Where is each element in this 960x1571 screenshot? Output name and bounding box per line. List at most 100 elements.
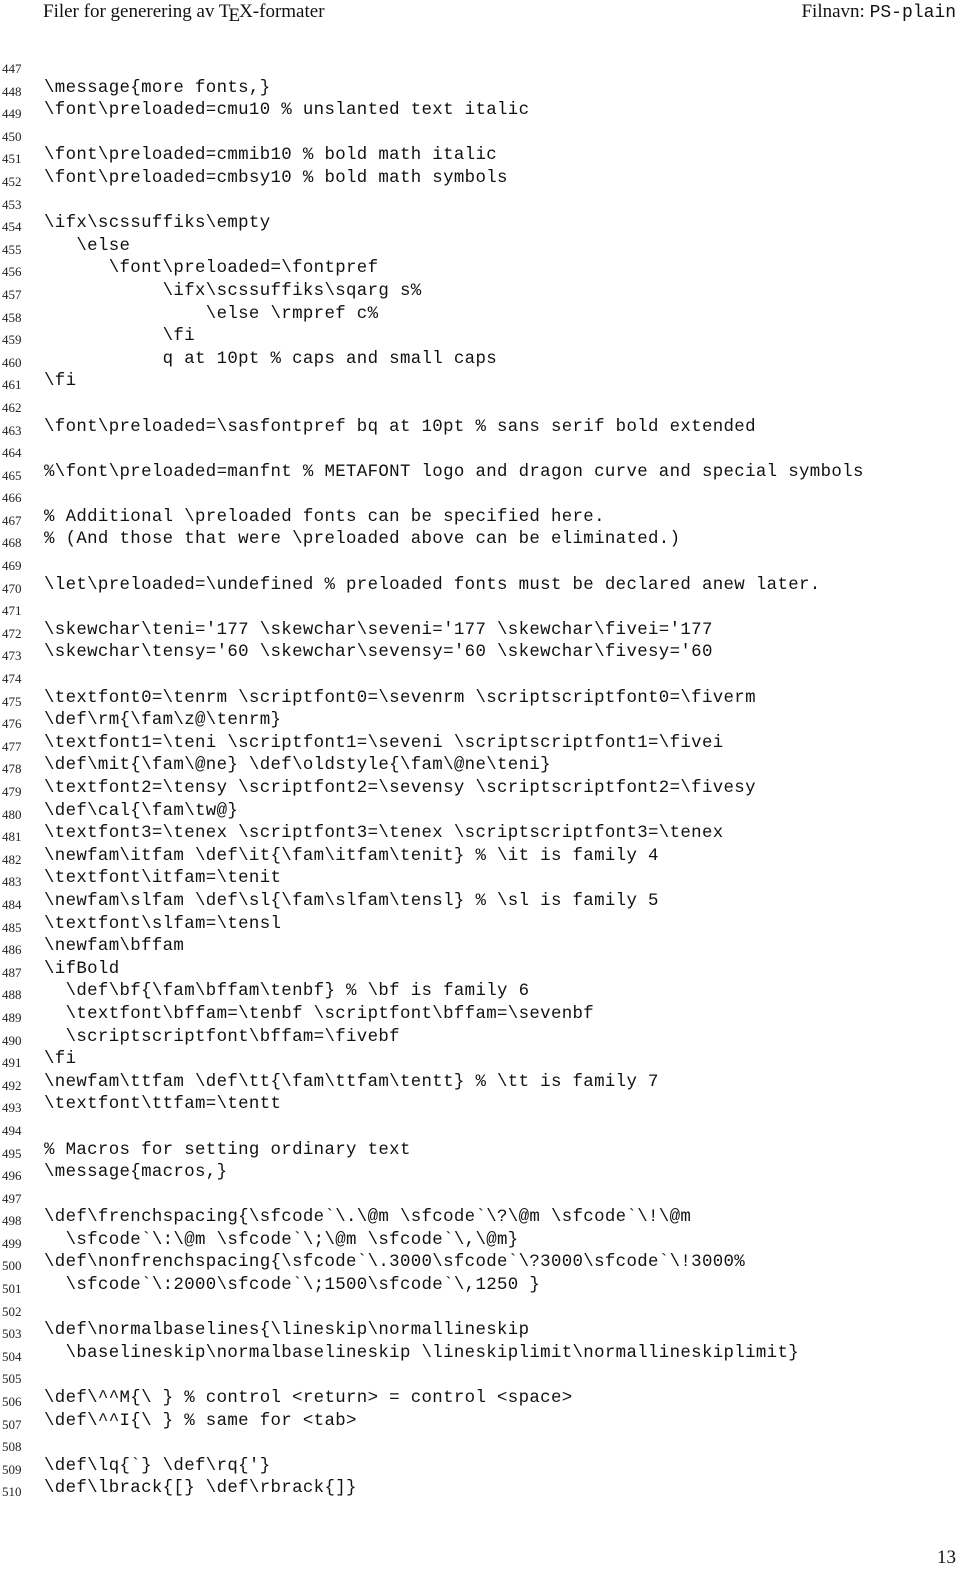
code-text: \def\rm{\fam\z@\tenrm} — [44, 711, 282, 731]
code-line: 488 \def\bf{\fam\bffam\tenbf} % \bf is f… — [0, 981, 960, 1004]
code-text: \ifx\scssuffiks\empty — [44, 214, 271, 234]
document-title: Filer for generering av TEX-formater — [43, 1, 325, 26]
code-text: \ifBold — [44, 959, 120, 979]
code-text: % Macros for setting ordinary text — [44, 1140, 411, 1160]
code-line: 474 — [0, 665, 960, 688]
code-text: \skewchar\teni='177 \skewchar\seveni='17… — [44, 620, 713, 640]
code-line: 461 \fi — [0, 371, 960, 394]
code-line: 471 — [0, 597, 960, 620]
code-text: \def\cal{\fam\tw@} — [44, 801, 239, 821]
page-number: 13 — [937, 1547, 956, 1568]
filename-caption: Filnavn: — [801, 1, 870, 22]
code-line: 501 \sfcode`\:2000\sfcode`\;1500\sfcode`… — [0, 1275, 960, 1298]
code-text: % Additional \preloaded fonts can be spe… — [44, 507, 605, 527]
code-text: \textfont\itfam=\tenit — [44, 869, 282, 889]
code-line: 448 \message{more fonts,} — [0, 78, 960, 101]
code-line: 499 \sfcode`\:\@m \sfcode`\;\@m \sfcode`… — [0, 1230, 960, 1253]
code-line: 509 \def\lq{`} \def\rq{'} — [0, 1456, 960, 1479]
code-line: 466 — [0, 484, 960, 507]
tex-logo-lowered-e: E — [228, 5, 241, 26]
code-line: 484 \newfam\slfam \def\sl{\fam\slfam\tens… — [0, 891, 960, 914]
code-text: \baselineskip\normalbaselineskip \linesk… — [44, 1343, 800, 1363]
code-text: \textfont\slfam=\tensl — [44, 914, 282, 934]
code-line: 498 \def\frenchspacing{\sfcode`\.\@m \sfc… — [0, 1207, 960, 1230]
code-text: \sfcode`\:\@m \sfcode`\;\@m \sfcode`\,\@… — [44, 1230, 519, 1250]
code-text: \def\frenchspacing{\sfcode`\.\@m \sfcode… — [44, 1208, 692, 1228]
code-line: 447 — [0, 55, 960, 78]
code-text: \def\lbrack{[} \def\rbrack{]} — [44, 1479, 357, 1499]
code-text: \newfam\bffam — [44, 937, 185, 957]
code-line: 453 — [0, 191, 960, 214]
code-text: \fi — [44, 1050, 77, 1070]
code-line: 456 \font\preloaded=\fontpref — [0, 258, 960, 281]
code-text: \newfam\ttfam \def\tt{\fam\ttfam\tentt} … — [44, 1072, 659, 1092]
code-text: \let\preloaded=\undefined % preloaded fo… — [44, 575, 821, 595]
code-line: 483 \textfont\itfam=\tenit — [0, 868, 960, 891]
code-text: \font\preloaded=cmu10 % unslanted text i… — [44, 101, 530, 121]
code-line: 470 \let\preloaded=\undefined % preloaded… — [0, 575, 960, 598]
code-line: 454 \ifx\scssuffiks\empty — [0, 213, 960, 236]
code-line: 464 — [0, 439, 960, 462]
code-line: 450 — [0, 123, 960, 146]
title-suffix: X-formater — [239, 1, 325, 22]
code-line: 494 — [0, 1117, 960, 1140]
code-line: 465 %\font\preloaded=manfnt % METAFONT lo… — [0, 462, 960, 485]
code-text: %\font\preloaded=manfnt % METAFONT logo … — [44, 462, 864, 482]
code-listing: 447 448 \message{more fonts,} 449 \font\prel… — [0, 55, 960, 1501]
code-line: 505 — [0, 1365, 960, 1388]
code-text: \def\^^I{\ } % same for <tab> — [44, 1411, 357, 1431]
code-text: \font\preloaded=cmbsy10 % bold math symb… — [44, 168, 508, 188]
code-line: 462 — [0, 394, 960, 417]
code-text: \newfam\slfam \def\sl{\fam\slfam\tensl} … — [44, 891, 659, 911]
code-line: 489 \textfont\bffam=\tenbf \scriptfont\b… — [0, 1004, 960, 1027]
code-line: 493 \textfont\ttfam=\tentt — [0, 1094, 960, 1117]
code-text: \scriptscriptfont\bffam=\fivebf — [44, 1027, 400, 1047]
line-number: 510 — [2, 1484, 22, 1500]
code-line: 452 \font\preloaded=cmbsy10 % bold math s… — [0, 168, 960, 191]
code-line: 469 — [0, 552, 960, 575]
code-line: 457 \ifx\scssuffiks\sqarg s% — [0, 281, 960, 304]
filename-value: PS-plain — [869, 3, 956, 23]
code-line: 503 \def\normalbaselines{\lineskip\normal… — [0, 1320, 960, 1343]
code-text: \font\preloaded=cmmib10 % bold math ital… — [44, 146, 498, 166]
code-line: 477 \textfont1=\teni \scriptfont1=\seveni… — [0, 733, 960, 756]
code-line: 508 — [0, 1433, 960, 1456]
code-line: 463 \font\preloaded=\sasfontpref bq at 10… — [0, 417, 960, 440]
code-line: 472 \skewchar\teni='177 \skewchar\seveni=… — [0, 620, 960, 643]
code-line: 485 \textfont\slfam=\tensl — [0, 914, 960, 937]
code-line: 473 \skewchar\tensy='60 \skewchar\sevensy… — [0, 642, 960, 665]
code-text: \textfont\bffam=\tenbf \scriptfont\bffam… — [44, 1004, 595, 1024]
code-text: % (And those that were \preloaded above … — [44, 530, 681, 550]
code-text: \sfcode`\:2000\sfcode`\;1500\sfcode`\,12… — [44, 1276, 541, 1296]
code-line: 460 q at 10pt % caps and small caps — [0, 349, 960, 372]
code-line: 459 \fi — [0, 326, 960, 349]
running-header: Filer for generering av TEX-formater Fil… — [0, 0, 960, 26]
code-text: \textfont1=\teni \scriptfont1=\seveni \s… — [44, 733, 724, 753]
code-text: \textfont2=\tensy \scriptfont2=\sevensy … — [44, 779, 756, 798]
code-line: 478 \def\mit{\fam\@ne} \def\oldstyle{\fam… — [0, 755, 960, 778]
code-line: 490 \scriptscriptfont\bffam=\fivebf — [0, 1027, 960, 1050]
code-line: 481 \textfont3=\tenex \scriptfont3=\tenex… — [0, 823, 960, 846]
code-text: \fi — [44, 327, 196, 347]
code-line: 475 \textfont0=\tenrm \scriptfont0=\seven… — [0, 688, 960, 711]
code-line: 482 \newfam\itfam \def\it{\fam\itfam\teni… — [0, 846, 960, 869]
code-line: 491 \fi — [0, 1049, 960, 1072]
code-text: q at 10pt % caps and small caps — [44, 349, 498, 369]
code-line: 479 \textfont2=\tensy \scriptfont2=\seven… — [0, 778, 960, 801]
code-text: \message{macros,} — [44, 1163, 228, 1183]
code-line: 507 \def\^^I{\ } % same for <tab> — [0, 1411, 960, 1434]
code-line: 497 — [0, 1185, 960, 1208]
code-line: 476 \def\rm{\fam\z@\tenrm} — [0, 710, 960, 733]
code-line: 487 \ifBold — [0, 959, 960, 982]
code-line: 492 \newfam\ttfam \def\tt{\fam\ttfam\tent… — [0, 1072, 960, 1095]
code-text: \skewchar\tensy='60 \skewchar\sevensy='6… — [44, 643, 713, 663]
code-line: 468% (And those that were \preloaded abo… — [0, 529, 960, 552]
code-text: \fi — [44, 372, 77, 392]
code-text: \def\^^M{\ } % control <return> = contro… — [44, 1389, 573, 1409]
code-line: 495% Macros for setting ordinary text — [0, 1140, 960, 1163]
filename-label: Filnavn: PS-plain — [801, 1, 956, 23]
code-text: \font\preloaded=\fontpref — [44, 259, 379, 279]
code-text: \else — [44, 236, 131, 256]
code-text: \def\lq{`} \def\rq{'} — [44, 1456, 271, 1476]
code-line: 449 \font\preloaded=cmu10 % unslanted tex… — [0, 100, 960, 123]
